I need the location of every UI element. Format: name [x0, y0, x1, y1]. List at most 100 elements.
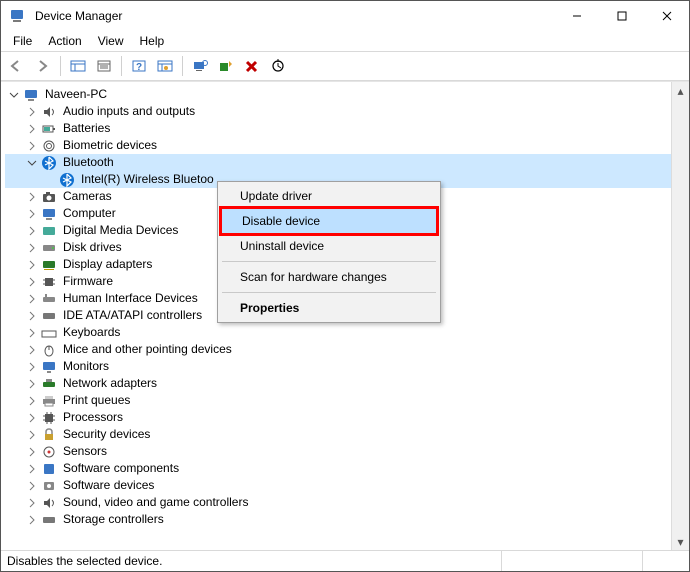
tree-item-storage[interactable]: Storage controllers [5, 511, 671, 528]
tree-item-bluetooth[interactable]: Bluetooth [5, 154, 671, 171]
monitor-icon [41, 359, 57, 375]
expand-icon[interactable] [25, 479, 39, 493]
uninstall-device-button[interactable] [240, 54, 264, 78]
expand-icon[interactable] [25, 224, 39, 238]
ctx-update-driver[interactable]: Update driver [220, 184, 438, 208]
sensor-icon [41, 444, 57, 460]
tree-item-sound[interactable]: Sound, video and game controllers [5, 494, 671, 511]
tree-item-mice[interactable]: Mice and other pointing devices [5, 341, 671, 358]
expand-icon[interactable] [25, 309, 39, 323]
tree-item-label: Display adapters [61, 256, 154, 273]
expand-icon[interactable] [25, 360, 39, 374]
collapse-icon[interactable] [25, 156, 39, 170]
expand-icon[interactable] [25, 496, 39, 510]
menu-view[interactable]: View [92, 32, 130, 50]
expand-icon[interactable] [25, 190, 39, 204]
tree-item-software-devices[interactable]: Software devices [5, 477, 671, 494]
tree-item-processors[interactable]: Processors [5, 409, 671, 426]
tree-item-label: Processors [61, 409, 125, 426]
back-button[interactable] [5, 54, 29, 78]
tree-item-label: Audio inputs and outputs [61, 103, 197, 120]
expand-icon[interactable] [25, 411, 39, 425]
update-driver-button[interactable] [214, 54, 238, 78]
tree-item-label: Sensors [61, 443, 109, 460]
menu-action[interactable]: Action [42, 32, 87, 50]
component-icon [41, 461, 57, 477]
battery-icon [41, 121, 57, 137]
tree-item-monitors[interactable]: Monitors [5, 358, 671, 375]
expand-icon[interactable] [25, 343, 39, 357]
app-icon [9, 8, 25, 24]
disk-icon [41, 240, 57, 256]
scroll-down-icon[interactable]: ▾ [672, 533, 689, 550]
expand-icon[interactable] [25, 207, 39, 221]
tree-item-security[interactable]: Security devices [5, 426, 671, 443]
ctx-item-label: Properties [240, 301, 299, 315]
printer-icon [41, 393, 57, 409]
tree-item-batteries[interactable]: Batteries [5, 120, 671, 137]
help-button[interactable]: ? [127, 54, 151, 78]
expand-icon[interactable] [25, 513, 39, 527]
tree-item-audio[interactable]: Audio inputs and outputs [5, 103, 671, 120]
ctx-properties[interactable]: Properties [220, 296, 438, 320]
scroll-up-icon[interactable]: ▴ [672, 82, 689, 99]
expand-icon[interactable] [25, 105, 39, 119]
menu-help[interactable]: Help [134, 32, 171, 50]
tree-item-label: Monitors [61, 358, 111, 375]
ctx-uninstall-device[interactable]: Uninstall device [220, 234, 438, 258]
toolbar-separator [121, 56, 122, 76]
show-hide-tree-button[interactable] [66, 54, 90, 78]
tree-item-keyboards[interactable]: Keyboards [5, 324, 671, 341]
tree-item-biometric[interactable]: Biometric devices [5, 137, 671, 154]
scan-hardware-button[interactable] [188, 54, 212, 78]
tree-item-label: Storage controllers [61, 511, 166, 528]
hid-icon [41, 291, 57, 307]
expand-icon[interactable] [25, 428, 39, 442]
toolbar: ? [1, 51, 689, 81]
minimize-button[interactable] [554, 1, 599, 31]
expand-icon[interactable] [25, 122, 39, 136]
expand-icon[interactable] [25, 292, 39, 306]
expand-icon[interactable] [25, 241, 39, 255]
menu-file[interactable]: File [7, 32, 38, 50]
highlight-annotation: Disable device [219, 206, 439, 236]
lock-icon [41, 427, 57, 443]
expand-icon[interactable] [25, 462, 39, 476]
firmware-icon [41, 274, 57, 290]
keyboard-icon [41, 325, 57, 341]
disable-device-button[interactable] [266, 54, 290, 78]
expand-icon[interactable] [25, 377, 39, 391]
titlebar: Device Manager [1, 1, 689, 31]
tree-item-print-queues[interactable]: Print queues [5, 392, 671, 409]
tree-item-label: IDE ATA/ATAPI controllers [61, 307, 204, 324]
action-button[interactable] [153, 54, 177, 78]
tree-item-software-components[interactable]: Software components [5, 460, 671, 477]
close-button[interactable] [644, 1, 689, 31]
collapse-icon[interactable] [7, 88, 21, 102]
display-adapter-icon [41, 257, 57, 273]
maximize-button[interactable] [599, 1, 644, 31]
tree-item-label: Security devices [61, 426, 152, 443]
expand-icon[interactable] [25, 445, 39, 459]
forward-button[interactable] [31, 54, 55, 78]
ctx-disable-device[interactable]: Disable device [222, 209, 436, 233]
tree-item-label: Print queues [61, 392, 132, 409]
tree-item-network[interactable]: Network adapters [5, 375, 671, 392]
cpu-icon [41, 410, 57, 426]
statusbar-divider [501, 551, 642, 571]
vertical-scrollbar[interactable]: ▴ ▾ [671, 82, 689, 550]
ctx-scan-hardware[interactable]: Scan for hardware changes [220, 265, 438, 289]
tree-item-label: Intel(R) Wireless Bluetoo [79, 171, 216, 188]
expand-icon[interactable] [25, 258, 39, 272]
tree-item-label: Firmware [61, 273, 115, 290]
tree-item-label: Biometric devices [61, 137, 159, 154]
expand-icon[interactable] [25, 139, 39, 153]
tree-item-sensors[interactable]: Sensors [5, 443, 671, 460]
expand-icon[interactable] [25, 275, 39, 289]
properties-button[interactable] [92, 54, 116, 78]
expand-icon[interactable] [25, 394, 39, 408]
tree-item-label: Digital Media Devices [61, 222, 180, 239]
expand-icon[interactable] [25, 326, 39, 340]
ctx-item-label: Scan for hardware changes [240, 270, 387, 284]
tree-root[interactable]: Naveen-PC [5, 86, 671, 103]
